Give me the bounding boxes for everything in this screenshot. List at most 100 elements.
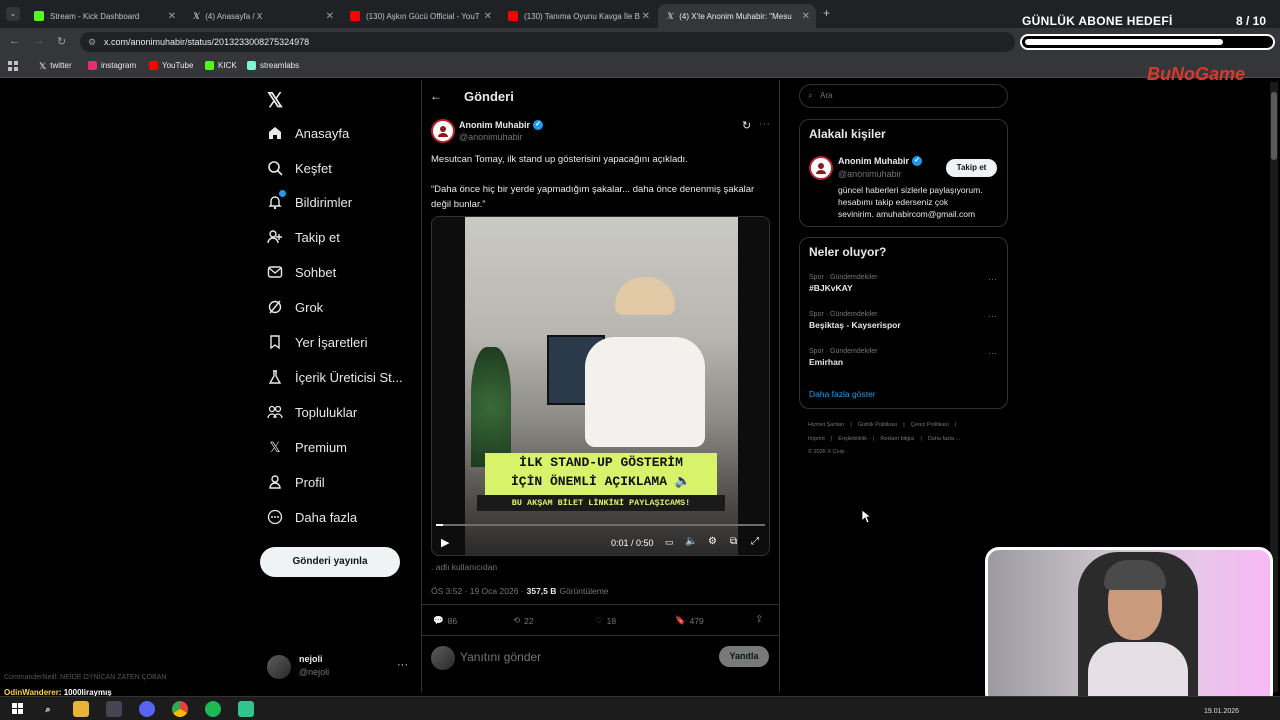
more-icon[interactable]: ··· xyxy=(988,311,997,321)
tab-search-button[interactable]: ⌄ xyxy=(6,7,20,21)
more-icon[interactable]: ··· xyxy=(988,274,997,284)
close-icon[interactable]: ✕ xyxy=(168,11,176,22)
discord-icon[interactable] xyxy=(139,701,155,717)
nav-bookmarks[interactable]: Yer İşaretleri xyxy=(267,328,368,356)
captions-icon[interactable]: ▭ xyxy=(665,537,674,548)
tab-youtube-1[interactable]: (130) Aşkın Gücü Official - YouT ✕ xyxy=(342,4,498,28)
related-title: Alakalı kişiler xyxy=(809,127,886,141)
reply-button[interactable]: 💬 86 xyxy=(433,615,457,626)
heart-icon: ♡ xyxy=(595,615,603,625)
like-button[interactable]: ♡ 18 xyxy=(595,615,616,626)
follow-button[interactable]: Takip et xyxy=(946,159,997,177)
back-arrow-icon[interactable]: ← xyxy=(9,35,20,47)
play-icon[interactable]: ▶ xyxy=(441,536,449,549)
post-button[interactable]: Gönderi yayınla xyxy=(260,547,400,577)
settings-icon[interactable]: ⚙ xyxy=(708,536,717,547)
nav-home[interactable]: Anasayfa xyxy=(267,119,349,147)
post-timestamp[interactable]: ÖS 3:52 · 19 Oca 2026 · xyxy=(431,586,524,596)
footer-links-row1: Hizmet Şartları | Gizlilik Politikası | Çe… xyxy=(808,422,957,428)
chrome-icon[interactable] xyxy=(172,701,188,717)
webcam-overlay xyxy=(985,547,1273,707)
nav-label: Daha fazla xyxy=(295,509,358,525)
trends-title: Neler oluyor? xyxy=(809,245,887,259)
spotify-icon[interactable] xyxy=(205,701,221,717)
author-avatar[interactable] xyxy=(809,156,833,180)
trend-item[interactable]: Spor · Gündemdekiler Emirhan ··· xyxy=(809,348,999,367)
footer-link[interactable]: Imprint xyxy=(808,436,825,442)
footer-link[interactable]: Erişilebilirlik xyxy=(838,436,867,442)
pip-icon[interactable]: ⧉ xyxy=(730,536,737,547)
footer-link[interactable]: Reklam bilgisi xyxy=(880,436,914,442)
nav-notifications[interactable]: Bildirimler xyxy=(267,188,352,216)
footer-link[interactable]: Hizmet Şartları xyxy=(808,422,844,428)
grok-explain-icon[interactable]: ↻ xyxy=(742,119,751,132)
close-icon[interactable]: ✕ xyxy=(326,11,334,22)
nav-label: Grok xyxy=(295,299,324,315)
site-info-icon[interactable]: ⚙ xyxy=(88,32,96,52)
nav-follow[interactable]: Takip et xyxy=(267,223,340,251)
tab-x-post[interactable]: 𝕏 (4) X'te Anonim Muhabir: "Mesu ✕ xyxy=(658,4,816,28)
x-logo-icon[interactable]: 𝕏 xyxy=(267,88,283,113)
windows-start-icon[interactable] xyxy=(10,701,26,717)
reload-icon[interactable]: ↻ xyxy=(57,35,66,48)
nav-explore[interactable]: Keşfet xyxy=(267,154,332,182)
tab-kick-dashboard[interactable]: Stream - Kick Dashboard ✕ xyxy=(26,4,182,28)
app-icon[interactable] xyxy=(106,701,122,717)
apps-grid-icon[interactable] xyxy=(8,61,18,71)
bookmark-button[interactable]: 🔖 479 xyxy=(675,615,704,626)
avatar[interactable] xyxy=(267,655,291,679)
more-icon[interactable]: ··· xyxy=(759,118,770,130)
close-icon[interactable]: ✕ xyxy=(802,11,810,22)
author-name-row[interactable]: Anonim Muhabir ✓ xyxy=(459,120,543,130)
reply-submit-button[interactable]: Yanıtla xyxy=(719,646,769,667)
nav-profile[interactable]: Profil xyxy=(267,468,325,496)
bookmark-streamlabs[interactable]: streamlabs xyxy=(247,61,299,70)
bookmark-kick[interactable]: KICK xyxy=(205,61,237,70)
video-frame: İLK STAND-UP GÖSTERİM İÇİN ÖNEMLİ AÇIKLA… xyxy=(465,217,738,555)
post-meta: ÖS 3:52 · 19 Oca 2026 · 357,5 B Görüntül… xyxy=(431,586,609,596)
footer-link[interactable]: Çerez Politikası xyxy=(911,422,949,428)
kick-icon xyxy=(205,61,214,70)
search-input[interactable]: ⌕ Ara xyxy=(799,84,1008,108)
new-tab-button[interactable]: + xyxy=(823,6,830,20)
account-menu-icon[interactable]: ··· xyxy=(397,659,408,671)
bookmark-instagram[interactable]: instagram xyxy=(88,61,136,70)
related-handle: @anonimuhabir xyxy=(838,169,902,179)
file-explorer-icon[interactable] xyxy=(73,701,89,717)
repost-button[interactable]: ⟲ 22 xyxy=(513,615,534,626)
nav-messages[interactable]: Sohbet xyxy=(267,258,336,286)
bookmark-twitter[interactable]: 𝕏twitter xyxy=(39,61,72,71)
footer-link[interactable]: Gizlilik Politikası xyxy=(858,422,897,428)
nav-more[interactable]: Daha fazla xyxy=(267,503,357,531)
trend-item[interactable]: Spor · Gündemdekiler Beşiktaş - Kayseris… xyxy=(809,311,999,330)
search-icon[interactable]: ⌕ xyxy=(40,701,56,717)
reply-input[interactable]: Yanıtını gönder xyxy=(460,650,541,664)
forward-arrow-icon[interactable]: → xyxy=(33,35,44,47)
youtube-icon xyxy=(350,11,360,21)
fullscreen-icon[interactable]: ⤢ xyxy=(751,536,759,547)
address-bar[interactable]: ⚙ x.com/anonimuhabir/status/201323300827… xyxy=(80,32,1015,52)
nav-communities[interactable]: Topluluklar xyxy=(267,398,357,426)
nav-premium[interactable]: 𝕏 Premium xyxy=(267,433,347,461)
related-name-row[interactable]: Anonim Muhabir ✓ xyxy=(838,156,922,166)
author-handle: @anonimuhabir xyxy=(459,132,523,142)
trend-item[interactable]: Spor · Gündemdekiler #BJKvKAY ··· xyxy=(809,274,999,293)
back-arrow-icon[interactable]: ← xyxy=(430,89,442,103)
scrollbar-thumb[interactable] xyxy=(1271,92,1277,160)
share-icon[interactable]: ⇪ xyxy=(755,614,763,625)
tab-youtube-2[interactable]: (130) Tanıma Oyunu Kavga İle B ✕ xyxy=(500,4,656,28)
tab-x-home[interactable]: 𝕏 (4) Anasayfa / X ✕ xyxy=(184,4,340,28)
close-icon[interactable]: ✕ xyxy=(642,11,650,22)
author-avatar[interactable] xyxy=(431,119,455,143)
more-icon[interactable]: ··· xyxy=(988,348,997,358)
nav-grok[interactable]: Grok xyxy=(267,293,323,321)
video-player[interactable]: İLK STAND-UP GÖSTERİM İÇİN ÖNEMLİ AÇIKLA… xyxy=(431,216,770,556)
show-more-link[interactable]: Daha fazla göster xyxy=(809,389,876,399)
close-icon[interactable]: ✕ xyxy=(484,11,492,22)
bookmark-youtube[interactable]: YouTube xyxy=(149,61,193,70)
video-progress-track[interactable] xyxy=(436,524,765,526)
streamlabs-icon[interactable] xyxy=(238,701,254,717)
volume-icon[interactable]: 🔈 xyxy=(685,536,697,547)
nav-creator-studio[interactable]: İçerik Üreticisi St... xyxy=(267,363,403,391)
footer-link[interactable]: Daha fazla ... xyxy=(928,436,960,442)
